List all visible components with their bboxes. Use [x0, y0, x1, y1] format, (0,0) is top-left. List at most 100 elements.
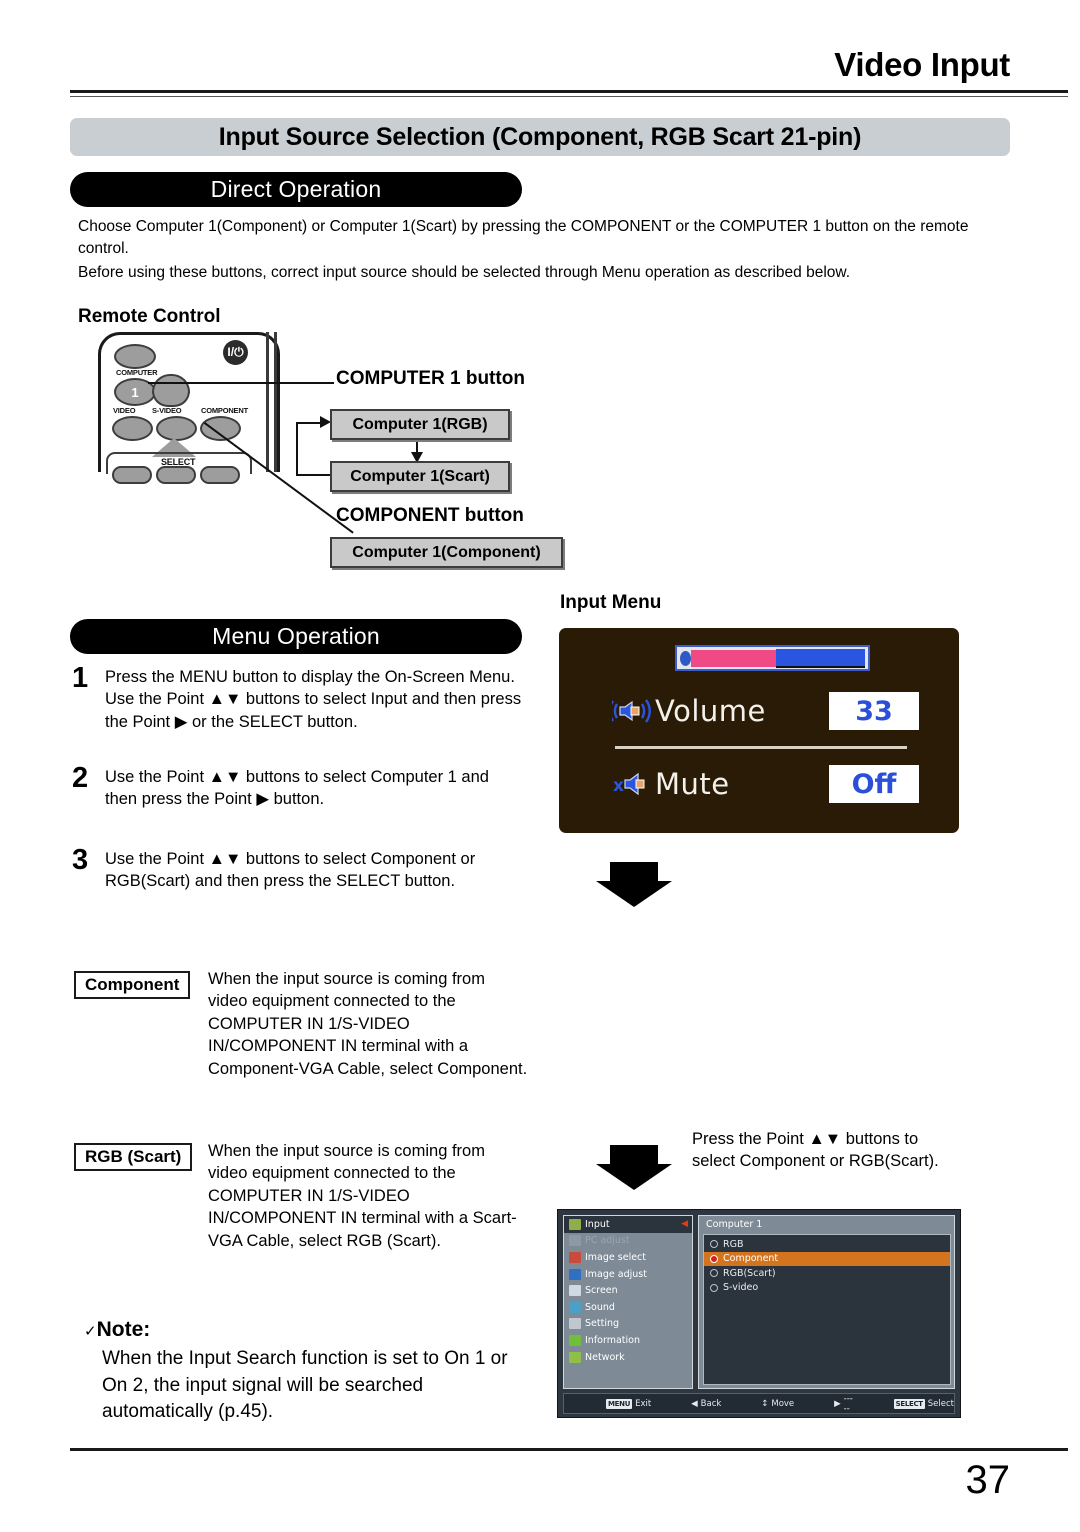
osd-sidebar-item-sound[interactable]: Sound	[564, 1299, 692, 1316]
box-computer1-rgb: Computer 1(RGB)	[330, 409, 510, 440]
remote-edge-line-a	[266, 332, 269, 472]
video-button	[112, 416, 153, 441]
volume-slider-fill	[691, 649, 777, 667]
remote-bottom-button-1	[112, 466, 152, 484]
input-menu-osd: Volume 33 x Mute Off	[559, 628, 959, 833]
menu-step-3: 3 Use the Point ▲▼ buttons to select Com…	[72, 844, 524, 893]
osd-bar-move: ↕ Move	[761, 1399, 794, 1409]
osd-sidebar-item-network[interactable]: Network	[564, 1349, 692, 1366]
definition-label-component: Component	[74, 971, 191, 999]
step-3-text: Use the Point ▲▼ buttons to select Compo…	[105, 850, 476, 891]
osd-bar-label: Exit	[635, 1398, 652, 1409]
screen-icon	[569, 1285, 581, 1297]
osd-bar-key-icon: ◀	[691, 1398, 698, 1409]
osd-sidebar-item-label: Image select	[585, 1251, 646, 1263]
radio-button-icon[interactable]	[710, 1283, 718, 1292]
osd-bar-label: Back	[700, 1398, 722, 1409]
osd-option-label: Component	[723, 1253, 779, 1265]
caret-left-icon: ◀	[681, 1219, 688, 1230]
speaker-waves-icon	[609, 694, 655, 728]
osd-bar-key-icon: MENU	[606, 1398, 633, 1409]
header-rule-thin	[70, 96, 1068, 97]
step-1-number: 1	[72, 662, 89, 694]
radio-button-icon[interactable]	[710, 1240, 718, 1249]
volume-slider-knob[interactable]	[680, 650, 691, 666]
osd-option-rgb[interactable]: RGB	[704, 1237, 950, 1252]
callout-component-button: COMPONENT button	[336, 505, 524, 526]
note-heading: ✓Note:	[84, 1318, 534, 1342]
definition-text-rgb-scart: When the input source is coming from vid…	[208, 1142, 517, 1250]
step-3-number: 3	[72, 844, 89, 876]
osd-option-label: RGB	[723, 1238, 744, 1250]
cycle-arrow-vertical-left	[296, 422, 298, 476]
osd-bar-select: SELECT Select	[893, 1398, 954, 1409]
step-1-text: Press the MENU button to display the On-…	[105, 668, 522, 731]
note-title: Note:	[96, 1318, 151, 1341]
flow-arrow-middle-shaft	[610, 862, 658, 882]
menu-operation-label: Menu Operation	[212, 623, 380, 649]
volume-value[interactable]: 33	[829, 692, 919, 730]
intro-paragraph-1: Choose Computer 1(Component) or Computer…	[78, 218, 969, 257]
flow-arrow-lower-shaft	[610, 1145, 658, 1165]
computer-1-button-label: 1	[131, 384, 139, 400]
image-select-icon	[569, 1251, 581, 1263]
osd-sidebar-item-image-select[interactable]: Image select	[564, 1249, 692, 1266]
osd-bar-back: ◀ Back	[691, 1399, 721, 1409]
remote-top-button	[114, 344, 156, 369]
osd-row-volume[interactable]: Volume 33	[559, 680, 959, 742]
osd-sidebar-item-information[interactable]: Information	[564, 1332, 692, 1349]
image-adjust-icon	[569, 1268, 581, 1280]
osd-bar-label: Move	[771, 1398, 795, 1409]
osd-row-mute[interactable]: x Mute Off	[559, 753, 959, 815]
osd-bar--: ▶ -----	[834, 1394, 854, 1414]
definition-label-rgb-scart: RGB (Scart)	[74, 1143, 193, 1171]
osd-sidebar-item-label: Input	[585, 1218, 610, 1230]
network-icon	[569, 1351, 581, 1363]
document-page: Video Input Input Source Selection (Comp…	[0, 0, 1080, 1532]
osd-input-screenshot: Input ◀ PC adjust Image select Image adjust S…	[557, 1209, 961, 1418]
osd-sidebar-item-label: Setting	[585, 1318, 620, 1330]
osd-sidebar-item-input[interactable]: Input ◀	[564, 1216, 692, 1233]
monitor-icon	[569, 1235, 581, 1247]
intro-paragraph-2: Before using these buttons, correct inpu…	[78, 264, 851, 281]
component-button	[200, 416, 241, 441]
mute-value[interactable]: Off	[829, 765, 919, 803]
section-band-label: Input Source Selection (Component, RGB S…	[218, 122, 862, 151]
osd-bar-key-icon: SELECT	[893, 1398, 925, 1409]
volume-slider[interactable]	[675, 645, 870, 671]
step-2-text: Use the Point ▲▼ buttons to select Compu…	[105, 768, 489, 809]
sound-icon	[569, 1301, 581, 1313]
box-computer1-component: Computer 1(Component)	[330, 537, 563, 568]
remote-label-computer: COMPUTER	[116, 368, 158, 377]
osd-bar-key-icon: ▶	[834, 1398, 841, 1409]
osd-option-label: S-video	[723, 1282, 759, 1294]
osd-sidebar-item-label: Image adjust	[585, 1268, 647, 1280]
remote-control-heading: Remote Control	[78, 306, 221, 327]
check-icon: ✓	[84, 1323, 97, 1340]
osd-option-component[interactable]: Component	[704, 1251, 950, 1266]
direct-operation-pill: Direct Operation	[70, 172, 522, 207]
osd-sidebar-item-setting[interactable]: Setting	[564, 1316, 692, 1333]
osd-sidebar-item-pc-adjust[interactable]: PC adjust	[564, 1233, 692, 1250]
osd-divider	[615, 746, 907, 749]
speaker-mute-icon: x	[609, 767, 655, 801]
osd-sidebar-item-screen[interactable]: Screen	[564, 1282, 692, 1299]
radio-button-icon[interactable]	[710, 1269, 718, 1278]
power-icon: I/⏻	[223, 340, 248, 365]
svg-text:x: x	[613, 776, 624, 796]
osd-option-list: RGB Component RGB(Scart) S-video	[703, 1234, 951, 1385]
information-icon	[569, 1334, 581, 1346]
osd-sidebar-item-image-adjust[interactable]: Image adjust	[564, 1266, 692, 1283]
volume-slider-track	[776, 648, 865, 668]
input-menu-heading: Input Menu	[560, 592, 662, 613]
radio-button-icon[interactable]	[710, 1254, 718, 1263]
osd-option-s-video[interactable]: S-video	[704, 1281, 950, 1296]
remote-control-illustration: I/⏻ COMPUTER 1 VIDEO S-VIDEO COMPONENT S…	[98, 332, 280, 484]
osd-bar-exit: MENU Exit	[606, 1398, 652, 1409]
menu-operation-pill: Menu Operation	[70, 619, 522, 654]
section-band: Input Source Selection (Component, RGB S…	[70, 118, 1010, 156]
footer-rule	[70, 1448, 1068, 1451]
osd-option-rgb-scart-[interactable]: RGB(Scart)	[704, 1266, 950, 1281]
box-computer1-scart: Computer 1(Scart)	[330, 461, 510, 492]
remote-bottom-button-3	[200, 466, 240, 484]
